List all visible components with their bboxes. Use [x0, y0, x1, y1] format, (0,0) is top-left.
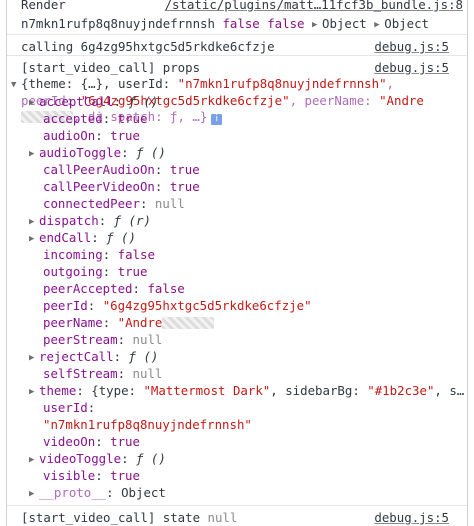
- property-name: selfStream: [43, 366, 118, 381]
- property-name: audioToggle: [39, 145, 122, 160]
- property-name: accepted: [43, 111, 103, 126]
- property-name: endCall: [39, 230, 92, 245]
- log-header: [start_video_call] props: [21, 60, 201, 75]
- object-value[interactable]: Object: [322, 16, 367, 31]
- property-row-incoming: incoming: false: [43, 247, 155, 262]
- property-row-callPeerAudioOn: callPeerAudioOn: true: [43, 162, 200, 177]
- expand-arrow-icon[interactable]: ▶: [29, 486, 39, 503]
- source-link[interactable]: /static/plugins/matt…11fcf3b_bundle.js:8: [165, 0, 463, 11]
- devtools-console: Render /static/plugins/matt…11fcf3b_bund…: [6, 0, 468, 526]
- bool-value: false: [222, 16, 260, 31]
- property-value: ƒ (r): [113, 213, 151, 228]
- property-row-theme[interactable]: ▶ theme: {type: "Mattermost Dark", sideba…: [7, 382, 467, 399]
- property-value: true: [117, 264, 148, 279]
- property-name: peerAccepted: [43, 281, 133, 296]
- console-entry-props: [start_video_call] props debug.js:5 ▼ {th…: [7, 56, 467, 506]
- property-row-videoOn: videoOn: true: [43, 434, 140, 449]
- property-name: incoming: [43, 247, 103, 262]
- property-row-peerName: peerName: "Andre: [7, 314, 467, 331]
- property-row-callPeerVideoOn: callPeerVideoOn: true: [43, 179, 200, 194]
- collapse-arrow-icon[interactable]: ▼: [11, 77, 21, 93]
- redacted-text: [162, 317, 215, 329]
- property-value: true: [117, 111, 148, 126]
- log-header: [start_video_call] state: [21, 510, 201, 525]
- property-name: peerName: [43, 315, 103, 330]
- property-list: ▶ acceptCall: ƒ () accepted: true audioOn: …: [7, 93, 467, 382]
- property-value: "Andre: [117, 315, 163, 330]
- property-name: peerId: [43, 298, 88, 313]
- console-entry-state: [start_video_call] state null debug.js:5: [7, 506, 467, 526]
- property-value: true: [110, 468, 140, 483]
- console-entry-render: Render /static/plugins/matt…11fcf3b_bund…: [7, 0, 467, 35]
- property-name: acceptCall: [39, 94, 114, 109]
- user-id-text: n7mkn1rufp8q8nuyjndefrnnsh: [21, 16, 215, 31]
- property-name: outgoing: [43, 264, 103, 279]
- property-row-audioOn: audioOn: true: [43, 128, 140, 143]
- property-row-peerStream: peerStream: null: [43, 332, 163, 347]
- expand-arrow-icon[interactable]: ▶: [374, 17, 384, 34]
- console-entry-calling: calling 6g4zg95hxtgc5d5rkdke6cfzje debug…: [7, 35, 467, 56]
- property-value: "6g4zg95hxtgc5d5rkdke6cfzje": [102, 298, 312, 313]
- property-name: visible: [43, 468, 96, 483]
- property-row-proto[interactable]: ▶ __proto__: Object: [7, 484, 467, 501]
- property-list: videoOn: true ▶ videoToggle: ƒ () visible: …: [7, 433, 467, 484]
- property-row-userId: userId:: [43, 400, 96, 415]
- property-row-dispatch[interactable]: ▶ dispatch: ƒ (r): [7, 212, 467, 229]
- property-value: true: [110, 434, 140, 449]
- property-name: videoToggle: [39, 451, 122, 466]
- property-value: ƒ (): [135, 145, 166, 160]
- bool-value: false: [267, 16, 305, 31]
- property-row-endCall[interactable]: ▶ endCall: ƒ (): [7, 229, 467, 246]
- property-value-userId: "n7mkn1rufp8q8nuyjndefrnnsh": [43, 417, 252, 432]
- expand-arrow-icon[interactable]: ▶: [312, 17, 322, 34]
- property-name: peerStream: [43, 332, 118, 347]
- property-row-visible: visible: true: [43, 468, 140, 483]
- property-row-outgoing: outgoing: true: [43, 264, 148, 279]
- property-row-connectedPeer: connectedPeer: null: [43, 196, 185, 211]
- property-row-videoToggle[interactable]: ▶ videoToggle: ƒ (): [7, 450, 467, 467]
- source-link[interactable]: debug.js:5: [374, 509, 449, 526]
- property-row-accepted: accepted: true: [43, 111, 148, 126]
- property-name: audioOn: [43, 128, 96, 143]
- property-name: rejectCall: [39, 349, 114, 364]
- property-value: ƒ (): [106, 230, 136, 245]
- property-row-peerId: peerId: "6g4zg95hxtgc5d5rkdke6cfzje": [43, 298, 312, 313]
- property-value: false: [117, 247, 155, 262]
- object-summary[interactable]: ▼ {theme: {…}, userId: "n7mkn1rufp8q8nuyj…: [7, 76, 467, 125]
- property-row-selfStream: selfStream: null: [43, 366, 163, 381]
- render-label: Render: [21, 0, 66, 12]
- log-text: calling 6g4zg95hxtgc5d5rkdke6cfzje: [21, 39, 275, 54]
- property-value: ƒ (): [128, 349, 159, 364]
- property-row-peerAccepted: peerAccepted: false: [43, 281, 185, 296]
- property-name: videoOn: [43, 434, 96, 449]
- null-value: null: [207, 510, 238, 525]
- property-value: null: [154, 196, 185, 211]
- source-link[interactable]: debug.js:5: [374, 38, 449, 55]
- property-name: connectedPeer: [43, 196, 140, 211]
- property-value: true: [169, 162, 200, 177]
- property-name: callPeerVideoOn: [43, 179, 155, 194]
- property-row-acceptCall[interactable]: ▶ acceptCall: ƒ (): [7, 93, 467, 110]
- object-value[interactable]: Object: [384, 16, 429, 31]
- source-link[interactable]: debug.js:5: [374, 59, 449, 76]
- property-value: null: [132, 332, 163, 347]
- property-value: true: [169, 179, 200, 194]
- property-row-rejectCall[interactable]: ▶ rejectCall: ƒ (): [7, 348, 467, 365]
- property-value: false: [147, 281, 185, 296]
- property-value: ƒ (): [128, 94, 159, 109]
- property-name: dispatch: [39, 213, 99, 228]
- property-name: callPeerAudioOn: [43, 162, 155, 177]
- property-value: ƒ (): [135, 451, 166, 466]
- property-row-audioToggle[interactable]: ▶ audioToggle: ƒ (): [7, 144, 467, 161]
- property-value: true: [110, 128, 140, 143]
- property-value: null: [132, 366, 163, 381]
